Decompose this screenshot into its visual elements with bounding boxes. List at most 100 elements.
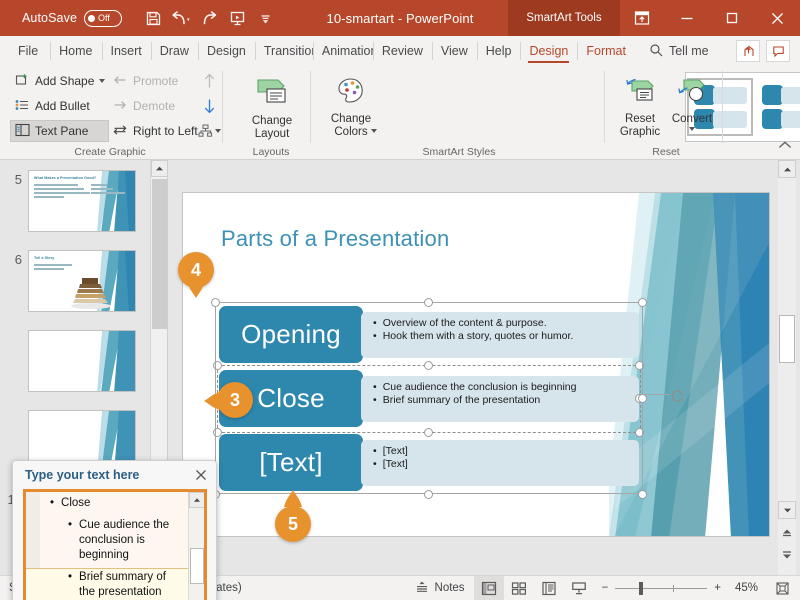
tab-insert[interactable]: Insert (101, 36, 151, 66)
customize-qat-icon[interactable] (252, 5, 278, 31)
collapse-ribbon-icon[interactable] (778, 137, 792, 155)
redo-icon[interactable] (196, 5, 222, 31)
text-pane-icon (15, 123, 30, 140)
rotation-handle[interactable] (669, 387, 686, 404)
chevron-down-icon[interactable] (371, 129, 377, 133)
tab-file[interactable]: File (0, 36, 50, 66)
convert-label: Convert (671, 113, 713, 125)
scroll-up-icon[interactable] (778, 160, 796, 178)
close-icon[interactable] (190, 464, 212, 486)
smartart-text-pane[interactable]: Type your text here • Close • Cue audien… (12, 460, 217, 600)
tab-help[interactable]: Help (476, 36, 521, 66)
reset-graphic-button[interactable]: Reset Graphic (614, 72, 666, 139)
ribbon-group-smartart-styles: Change Colors SmartArt Styles (318, 66, 800, 160)
change-layout-icon (254, 76, 290, 112)
group-label-layouts: Layouts (252, 146, 290, 158)
scroll-thumb[interactable] (779, 315, 795, 363)
save-icon[interactable] (140, 5, 166, 31)
change-layout-label: Change Layout (251, 115, 293, 140)
slide-canvas[interactable]: Parts of a Presentation Opening • Overvi… (182, 192, 770, 537)
ribbon-display-options-icon[interactable] (620, 0, 664, 36)
autosave-toggle[interactable]: Off (84, 9, 123, 27)
tab-review[interactable]: Review (372, 36, 432, 66)
text-pane-item-level1[interactable]: • Close (50, 496, 90, 511)
chevron-down-icon[interactable] (215, 129, 221, 133)
zoom-slider-knob[interactable] (639, 581, 644, 595)
move-up-icon[interactable] (202, 72, 217, 94)
text-pane-label: Text Pane (35, 124, 89, 138)
thumbnail-item-5[interactable]: 5 What Makes a Presentation Good? (0, 170, 150, 232)
text-pane-editor[interactable]: • Close • Cue audience the conclusion is… (23, 489, 207, 600)
add-bullet-icon (14, 97, 30, 116)
right-to-left-icon (112, 123, 128, 140)
text-pane-title: Type your text here (25, 467, 140, 482)
resize-handle-nw[interactable] (211, 298, 220, 307)
tab-animations[interactable]: Animations (312, 36, 373, 66)
add-bullet-button[interactable]: Add Bullet (10, 95, 109, 117)
tab-design[interactable]: Design (197, 36, 255, 66)
right-to-left-button[interactable]: Right to Left (108, 120, 202, 142)
normal-view-button[interactable] (473, 575, 504, 600)
start-presentation-icon[interactable] (224, 5, 250, 31)
tab-transitions[interactable]: Transitions (254, 36, 313, 66)
minimize-icon[interactable] (664, 0, 709, 36)
notes-button[interactable]: Notes (406, 576, 474, 600)
promote-button[interactable]: Promote (108, 70, 202, 92)
textpane-scroll-up-icon[interactable] (189, 492, 204, 508)
next-slide-icon[interactable] (778, 546, 796, 564)
text-pane-item-level2[interactable]: • Cue audience the conclusion is beginni… (68, 518, 178, 563)
thumbnail-preview[interactable]: What Makes a Presentation Good? (28, 170, 136, 232)
smartart-style-option-2[interactable] (755, 78, 800, 136)
maximize-icon[interactable] (709, 0, 754, 36)
add-shape-button[interactable]: Add Shape (10, 70, 109, 92)
thumb-scroll-up-icon[interactable] (151, 160, 167, 177)
tab-smartart-design[interactable]: Design (520, 36, 577, 66)
scroll-track[interactable] (778, 160, 796, 575)
resize-handle-ne[interactable] (638, 298, 647, 307)
convert-button[interactable]: Convert (666, 72, 718, 131)
demote-button[interactable]: Demote (108, 95, 202, 117)
comments-icon[interactable] (766, 40, 790, 62)
thumbnail-item-7[interactable] (0, 330, 150, 392)
share-icon[interactable] (736, 40, 760, 62)
text-pane-item-level2[interactable]: • Brief summary of the presentation (68, 570, 178, 600)
zoom-in-button[interactable]: + (714, 582, 721, 594)
thumbnail-item-6[interactable]: 6 Tell a Story (0, 250, 150, 312)
autosave-control[interactable]: AutoSave Off (22, 9, 123, 27)
zoom-slider[interactable] (615, 581, 708, 595)
slide-title[interactable]: Parts of a Presentation (221, 226, 449, 252)
slide-show-button[interactable] (564, 576, 594, 600)
reading-view-button[interactable] (534, 576, 564, 600)
previous-slide-icon[interactable] (778, 524, 796, 542)
zoom-percent[interactable]: 45% (728, 582, 758, 594)
scroll-down-icon[interactable] (778, 501, 796, 519)
text-pane-scrollbar[interactable] (188, 492, 204, 600)
tab-smartart-format[interactable]: Format (577, 36, 635, 66)
thumbnail-preview[interactable] (28, 330, 136, 392)
fit-slide-icon[interactable] (766, 576, 800, 600)
resize-handle-s[interactable] (424, 490, 433, 499)
resize-handle-e[interactable] (638, 394, 647, 403)
thumbnails-scroll-thumb[interactable] (152, 179, 167, 329)
tab-draw[interactable]: Draw (150, 36, 198, 66)
right-to-left-label: Right to Left (133, 124, 198, 138)
tab-view[interactable]: View (431, 36, 477, 66)
resize-handle-n[interactable] (424, 298, 433, 307)
slide-sorter-button[interactable] (504, 576, 534, 600)
chevron-down-icon[interactable] (689, 127, 695, 131)
thumbnail-preview[interactable]: Tell a Story (28, 250, 136, 312)
tell-me-box[interactable]: Tell me (635, 43, 709, 60)
close-icon[interactable] (754, 0, 800, 36)
promote-label: Promote (133, 74, 179, 88)
change-colors-button[interactable]: Change Colors (322, 72, 380, 138)
text-pane-scroll-thumb[interactable] (190, 548, 204, 584)
move-down-icon[interactable] (202, 98, 217, 120)
change-layout-button[interactable]: Change Layout (242, 72, 302, 141)
chevron-down-icon[interactable] (99, 79, 106, 83)
undo-icon[interactable] (168, 5, 194, 31)
zoom-out-button[interactable]: − (602, 582, 609, 594)
layout-icon[interactable] (198, 124, 221, 138)
text-pane-button[interactable]: Text Pane (10, 120, 110, 142)
tab-home[interactable]: Home (50, 36, 101, 66)
resize-handle-se[interactable] (638, 490, 647, 499)
